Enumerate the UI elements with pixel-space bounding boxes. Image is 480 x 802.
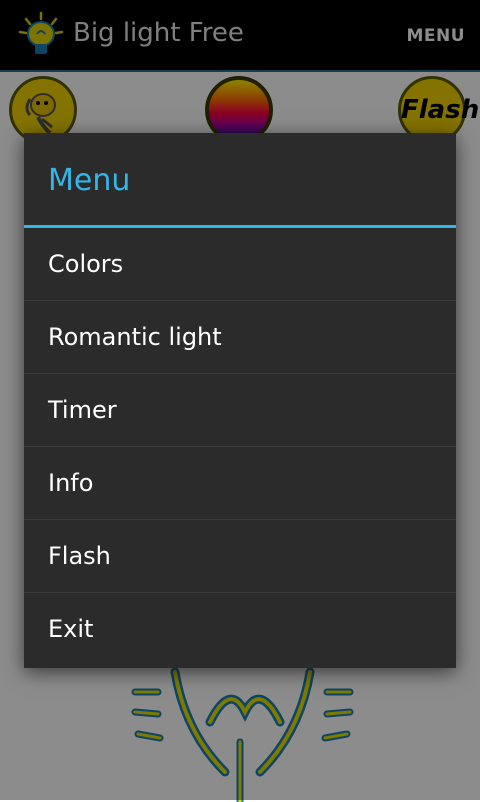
menu-item-timer[interactable]: Timer	[24, 374, 456, 447]
menu-item-exit[interactable]: Exit	[24, 593, 456, 665]
menu-item-flash[interactable]: Flash	[24, 520, 456, 593]
dialog-title: Menu	[24, 133, 456, 228]
menu-item-info[interactable]: Info	[24, 447, 456, 520]
menu-item-colors[interactable]: Colors	[24, 228, 456, 301]
menu-item-romantic-light[interactable]: Romantic light	[24, 301, 456, 374]
menu-dialog: Menu Colors Romantic light Timer Info Fl…	[24, 133, 456, 668]
